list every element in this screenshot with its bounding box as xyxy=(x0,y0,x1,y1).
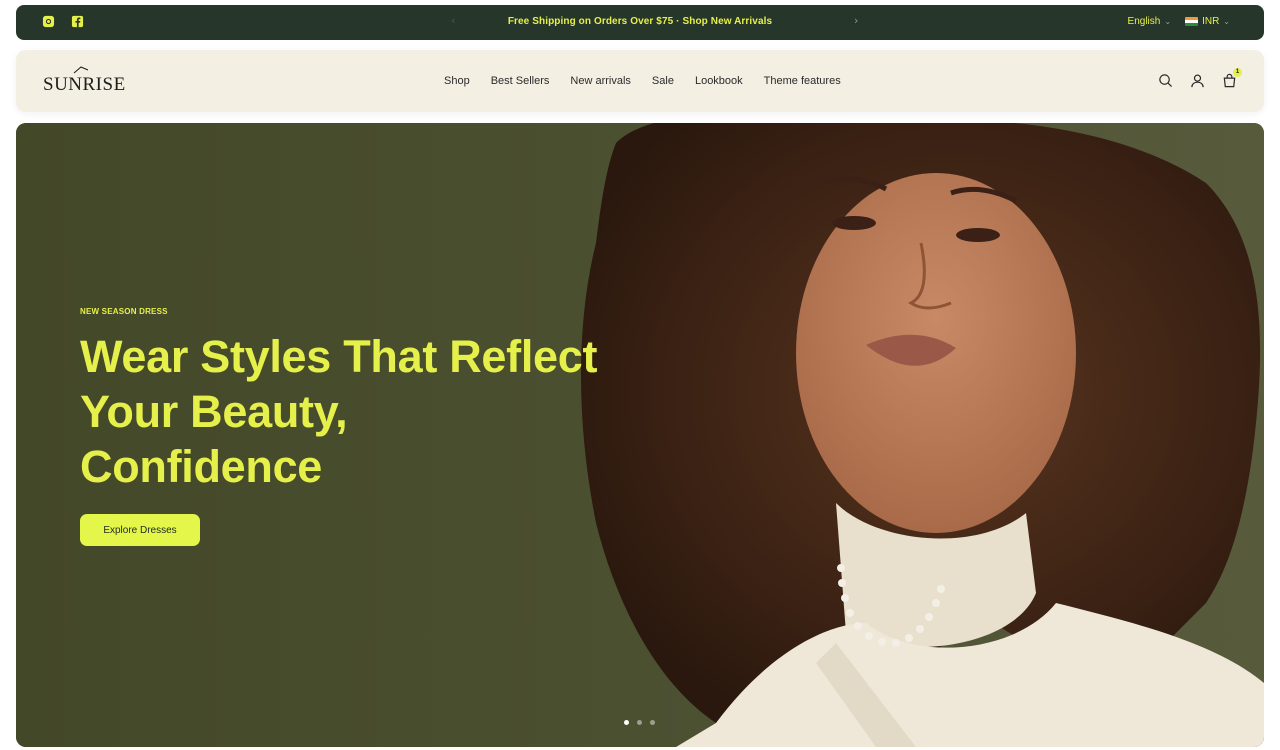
slide-dot[interactable] xyxy=(624,720,629,725)
hero-headline: Wear Styles That Reflect Your Beauty, Co… xyxy=(80,331,598,492)
nav-item-new-arrivals[interactable]: New arrivals xyxy=(570,75,631,87)
main-nav: Shop Best Sellers New arrivals Sale Look… xyxy=(444,75,841,87)
announcement-next-arrow[interactable]: › xyxy=(854,14,858,27)
slide-dot[interactable] xyxy=(637,720,642,725)
india-flag-icon xyxy=(1185,17,1199,26)
site-logo[interactable]: SUNRISE xyxy=(43,74,126,96)
cart-count-badge: 1 xyxy=(1233,68,1242,77)
nav-item-theme-features[interactable]: Theme features xyxy=(764,75,841,87)
account-icon[interactable] xyxy=(1190,73,1205,88)
header-icons: 1 xyxy=(1158,68,1242,88)
announcement-bar: ‹ Free Shipping on Orders Over $75 · Sho… xyxy=(16,5,1264,40)
chevron-down-icon: ⌄ xyxy=(1223,17,1230,26)
site-header: SUNRISE Shop Best Sellers New arrivals S… xyxy=(16,50,1264,112)
language-selector[interactable]: English ⌄ xyxy=(1128,16,1172,27)
nav-item-sale[interactable]: Sale xyxy=(652,75,674,87)
language-label: English xyxy=(1127,16,1161,27)
currency-label: INR xyxy=(1202,16,1220,27)
cart-button[interactable]: 1 xyxy=(1222,68,1242,88)
nav-item-shop[interactable]: Shop xyxy=(444,75,470,87)
search-icon[interactable] xyxy=(1158,73,1173,88)
explore-dresses-button[interactable]: Explore Dresses xyxy=(80,514,200,546)
localization: English ⌄ INR ⌄ xyxy=(1128,16,1230,27)
hero-banner: NEW SEASON DRESS Wear Styles That Reflec… xyxy=(16,123,1264,747)
logo-sun-mark xyxy=(73,66,89,74)
nav-item-lookbook[interactable]: Lookbook xyxy=(695,75,743,87)
hero-eyebrow: NEW SEASON DRESS xyxy=(80,307,168,316)
chevron-down-icon: ⌄ xyxy=(1164,17,1172,26)
slideshow-pagination xyxy=(624,720,655,725)
announcement-message[interactable]: Free Shipping on Orders Over $75 · Shop … xyxy=(0,16,1280,27)
slide-dot[interactable] xyxy=(650,720,655,725)
currency-selector[interactable]: INR ⌄ xyxy=(1185,16,1230,27)
nav-item-best-sellers[interactable]: Best Sellers xyxy=(491,75,550,87)
